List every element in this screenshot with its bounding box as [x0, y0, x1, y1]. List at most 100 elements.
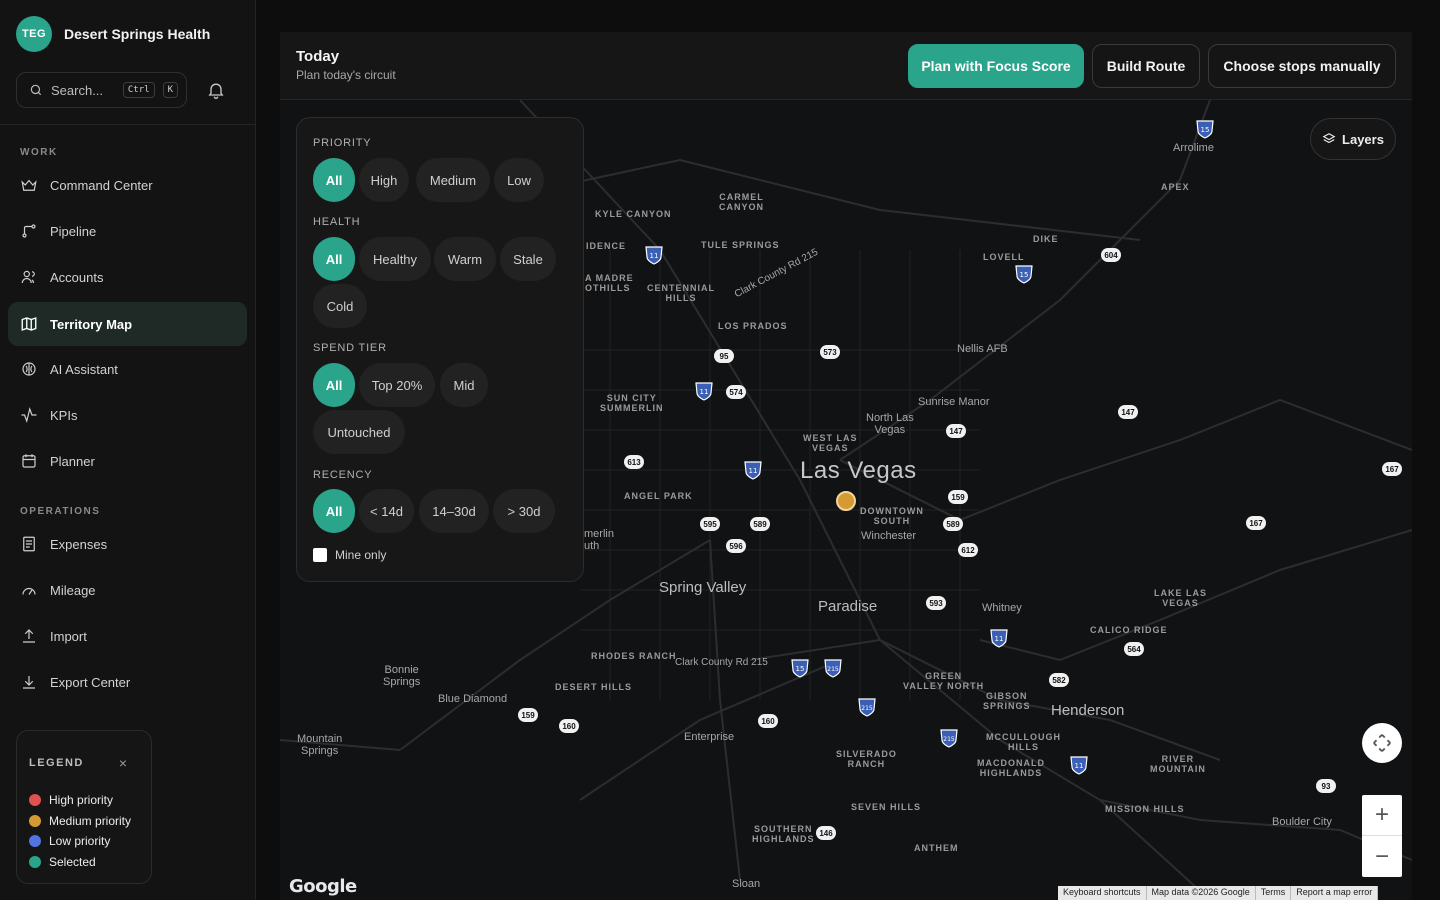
build-route-button[interactable]: Build Route	[1092, 44, 1200, 88]
svg-text:15: 15	[1201, 126, 1210, 134]
route-160-east: 160	[758, 714, 778, 728]
svg-text:11: 11	[995, 635, 1004, 643]
account-marker-medium[interactable]	[836, 491, 856, 511]
sidebar-item-label: Planner	[50, 453, 95, 469]
label-apex: APEX	[1161, 182, 1190, 192]
interstate-215-shield-east: 215	[940, 729, 958, 748]
zoom-out-button[interactable]: −	[1362, 836, 1402, 877]
route-593: 593	[926, 596, 946, 610]
pulse-icon	[21, 406, 37, 424]
label-anthem: ANTHEM	[914, 843, 959, 853]
choose-stops-button[interactable]: Choose stops manually	[1208, 44, 1396, 88]
health-stale-chip[interactable]: Stale	[500, 237, 556, 281]
spend-tier-label: SPEND TIER	[313, 342, 387, 354]
report-error-link[interactable]: Report a map error	[1291, 886, 1379, 900]
zoom-in-button[interactable]: +	[1362, 795, 1402, 836]
interstate-11-shield-east: 11	[990, 629, 1008, 648]
label-henderson: Henderson	[1051, 702, 1125, 719]
sidebar-item-kpis[interactable]: KPIs	[8, 393, 247, 437]
interstate-11-shield-south: 11	[1070, 756, 1088, 775]
health-healthy-chip[interactable]: Healthy	[359, 237, 431, 281]
terms-link[interactable]: Terms	[1256, 886, 1292, 900]
legend-close-icon[interactable]: ×	[119, 755, 127, 771]
sidebar-item-accounts[interactable]: Accounts	[8, 255, 247, 299]
sidebar-item-mileage[interactable]: Mileage	[8, 568, 247, 612]
sidebar-item-territory-map[interactable]: Territory Map	[8, 302, 247, 346]
legend-title: LEGEND	[29, 757, 84, 769]
label-rhodes-ranch: RHODES RANCH	[591, 651, 677, 661]
upload-icon	[23, 629, 35, 643]
route-167: 167	[1382, 462, 1402, 476]
legend-item: Medium priority	[29, 814, 131, 828]
recency-14d-chip[interactable]: < 14d	[359, 489, 414, 533]
mine-only-toggle[interactable]: Mine only	[313, 548, 386, 562]
label-boulder-city: Boulder City	[1272, 816, 1332, 828]
spend-all-chip[interactable]: All	[313, 363, 355, 407]
mine-only-checkbox[interactable]	[313, 548, 327, 562]
recency-label: RECENCY	[313, 469, 373, 481]
svg-text:11: 11	[650, 252, 659, 260]
route-159: 159	[948, 490, 968, 504]
sidebar-item-label: KPIs	[50, 407, 78, 423]
keyboard-shortcuts-link[interactable]: Keyboard shortcuts	[1058, 886, 1147, 900]
label-calico-ridge: CALICO RIDGE	[1090, 625, 1168, 635]
priority-all-chip[interactable]: All	[313, 158, 355, 202]
route-589-east: 589	[943, 517, 963, 531]
legend-item: Low priority	[29, 834, 110, 848]
label-lovell: LOVELL	[983, 252, 1025, 262]
priority-low-chip[interactable]: Low	[494, 158, 544, 202]
map-pan-control[interactable]	[1362, 723, 1402, 763]
interstate-11-shield-west: 11	[695, 382, 713, 401]
spend-mid-chip[interactable]: Mid	[440, 363, 488, 407]
label-winchester: Winchester	[861, 530, 917, 542]
spend-top20-chip[interactable]: Top 20%	[359, 363, 435, 407]
label-kyle-canyon: KYLE CANYON	[595, 209, 672, 219]
crown-icon	[21, 179, 37, 191]
route-93: 93	[1316, 779, 1336, 793]
sidebar-item-ai-assistant[interactable]: AI Assistant	[8, 347, 247, 391]
label-sloan: Sloan	[732, 878, 761, 890]
route-95: 95	[714, 349, 734, 363]
label-west-las-vegas: WEST LAS VEGAS	[803, 433, 858, 453]
svg-text:215: 215	[943, 736, 955, 743]
sidebar-item-planner[interactable]: Planner	[8, 439, 247, 483]
sidebar-item-import[interactable]: Import	[8, 614, 247, 658]
route-589: 589	[750, 517, 770, 531]
health-all-chip[interactable]: All	[313, 237, 355, 281]
route-147-east: 147	[1118, 405, 1138, 419]
label-seven-hills: SEVEN HILLS	[851, 802, 922, 812]
svg-text:215: 215	[861, 705, 873, 712]
sidebar-item-pipeline[interactable]: Pipeline	[8, 209, 247, 253]
label-sun-city-summerlin: SUN CITY SUMMERLIN	[600, 393, 664, 413]
svg-text:15: 15	[796, 665, 805, 673]
plan-focus-score-button[interactable]: Plan with Focus Score	[908, 44, 1084, 88]
route-604: 604	[1101, 248, 1121, 262]
recency-14-30d-chip[interactable]: 14–30d	[419, 489, 489, 533]
recency-all-chip[interactable]: All	[313, 489, 355, 533]
sidebar-item-expenses[interactable]: Expenses	[8, 522, 247, 566]
priority-high-chip[interactable]: High	[359, 158, 409, 202]
spend-untouched-chip[interactable]: Untouched	[313, 410, 405, 454]
brand[interactable]: TEG Desert Springs Health	[16, 16, 210, 52]
layers-button[interactable]: Layers	[1310, 118, 1396, 160]
label-north-las-vegas: North Las Vegas	[866, 412, 914, 437]
label-sunrise-manor: Sunrise Manor	[918, 396, 990, 408]
search-input[interactable]: Search... Ctrl K	[16, 72, 187, 108]
health-cold-chip[interactable]: Cold	[313, 284, 367, 328]
svg-text:215: 215	[827, 666, 839, 673]
svg-text:15: 15	[1020, 271, 1029, 279]
label-lake-las-vegas: LAKE LAS VEGAS	[1154, 588, 1207, 608]
sidebar-item-label: Mileage	[50, 582, 96, 598]
health-warm-chip[interactable]: Warm	[434, 237, 496, 281]
legend-item: High priority	[29, 793, 113, 807]
sidebar-item-export-center[interactable]: Export Center	[8, 660, 247, 704]
svg-text:11: 11	[1075, 762, 1084, 770]
label-paradise: Paradise	[818, 598, 878, 615]
recency-30d-chip[interactable]: > 30d	[493, 489, 555, 533]
sidebar-item-command-center[interactable]: Command Center	[8, 163, 247, 207]
priority-medium-chip[interactable]: Medium	[416, 158, 490, 202]
bell-icon[interactable]	[206, 80, 226, 100]
label-tule-springs: TULE SPRINGS	[701, 240, 780, 250]
label-river-mountain: RIVER MOUNTAIN	[1150, 754, 1206, 774]
gauge-icon	[22, 587, 36, 595]
